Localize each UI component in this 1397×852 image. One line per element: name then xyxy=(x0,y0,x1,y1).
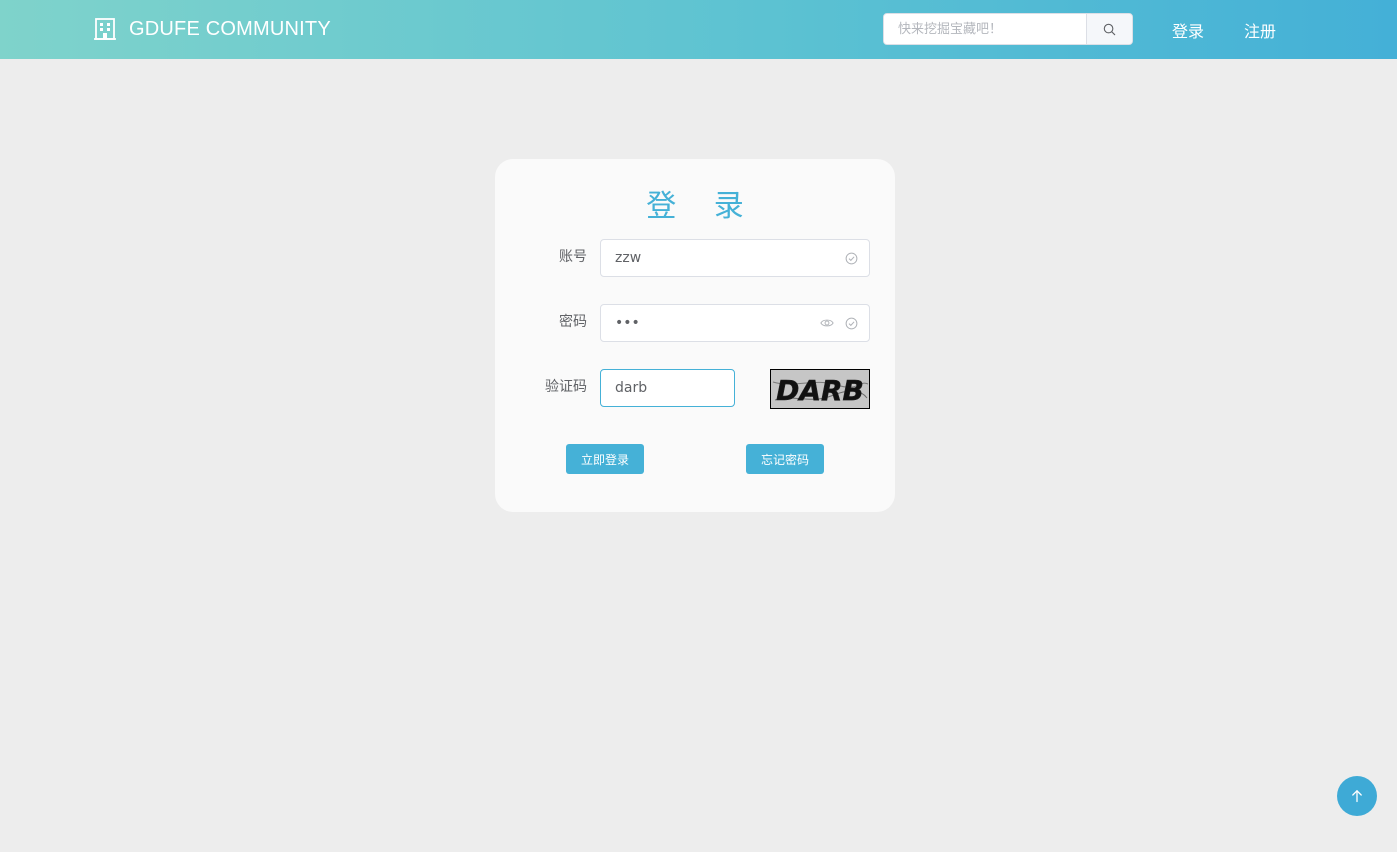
account-field xyxy=(600,239,870,277)
check-circle-icon xyxy=(845,317,858,329)
account-input[interactable] xyxy=(601,249,834,267)
arrow-up-icon xyxy=(1352,790,1362,803)
eye-icon[interactable] xyxy=(820,317,834,329)
forgot-password-button[interactable]: 忘记密码 xyxy=(746,444,824,474)
check-circle-icon xyxy=(845,252,858,264)
password-label: 密码 xyxy=(559,314,587,330)
password-input[interactable] xyxy=(601,314,809,332)
login-title: 登 录 xyxy=(646,189,758,224)
captcha-image[interactable]: DARB xyxy=(770,369,870,409)
brand[interactable]: GDUFE COMMUNITY xyxy=(94,14,331,44)
account-label: 账号 xyxy=(559,249,587,265)
nav-register-link[interactable]: 注册 xyxy=(1244,18,1276,42)
captcha-text: DARB xyxy=(776,374,864,407)
login-card: 登 录 账号 密码 验证码 xyxy=(495,159,895,512)
search-button[interactable] xyxy=(1086,14,1132,44)
captcha-field xyxy=(600,369,735,407)
captcha-input[interactable] xyxy=(601,379,734,397)
back-to-top-button[interactable] xyxy=(1337,776,1377,816)
login-button[interactable]: 立即登录 xyxy=(566,444,644,474)
search-box xyxy=(883,13,1133,45)
top-navbar: GDUFE COMMUNITY 登录 注册 xyxy=(0,0,1397,59)
password-field xyxy=(600,304,870,342)
brand-name: GDUFE COMMUNITY xyxy=(129,17,331,40)
building-icon xyxy=(94,18,116,40)
search-input[interactable] xyxy=(884,14,1086,44)
nav-login-link[interactable]: 登录 xyxy=(1172,18,1204,42)
search-icon xyxy=(1103,23,1116,35)
captcha-label: 验证码 xyxy=(545,379,587,395)
